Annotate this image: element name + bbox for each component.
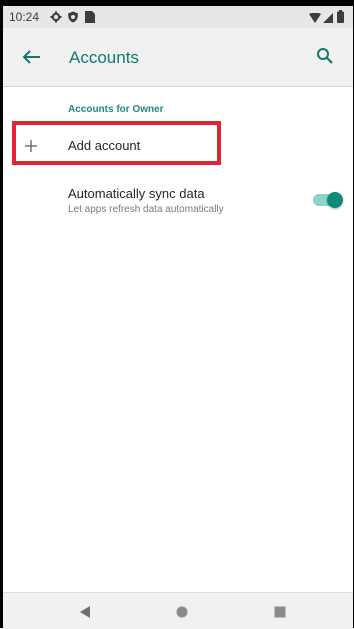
back-arrow-icon[interactable] (19, 44, 45, 70)
toggle-thumb (327, 192, 343, 208)
app-bar: Accounts (3, 28, 353, 86)
page-title: Accounts (69, 48, 139, 67)
section-header: Accounts for Owner (68, 104, 164, 115)
shield-icon (67, 11, 79, 26)
back-nav-icon[interactable] (79, 605, 91, 623)
home-nav-icon[interactable] (176, 605, 188, 623)
add-account-label[interactable]: Add account (68, 138, 140, 153)
sync-title[interactable]: Automatically sync data (68, 186, 205, 201)
search-icon[interactable] (313, 44, 337, 68)
status-bar: 10:24 (3, 6, 353, 28)
screenshot-border (0, 0, 354, 628)
battery-icon (337, 10, 344, 26)
signal-icon (323, 12, 333, 26)
app-bar-divider (3, 86, 353, 87)
recents-nav-icon[interactable] (274, 605, 286, 623)
settings-icon (50, 11, 62, 26)
auto-sync-toggle[interactable] (313, 192, 343, 208)
sim-card-icon (85, 10, 95, 26)
plus-icon (24, 139, 38, 153)
status-time: 10:24 (9, 10, 40, 24)
navigation-bar (3, 592, 353, 629)
wifi-icon (309, 12, 321, 26)
sync-subtitle: Let apps refresh data automatically (68, 204, 224, 215)
